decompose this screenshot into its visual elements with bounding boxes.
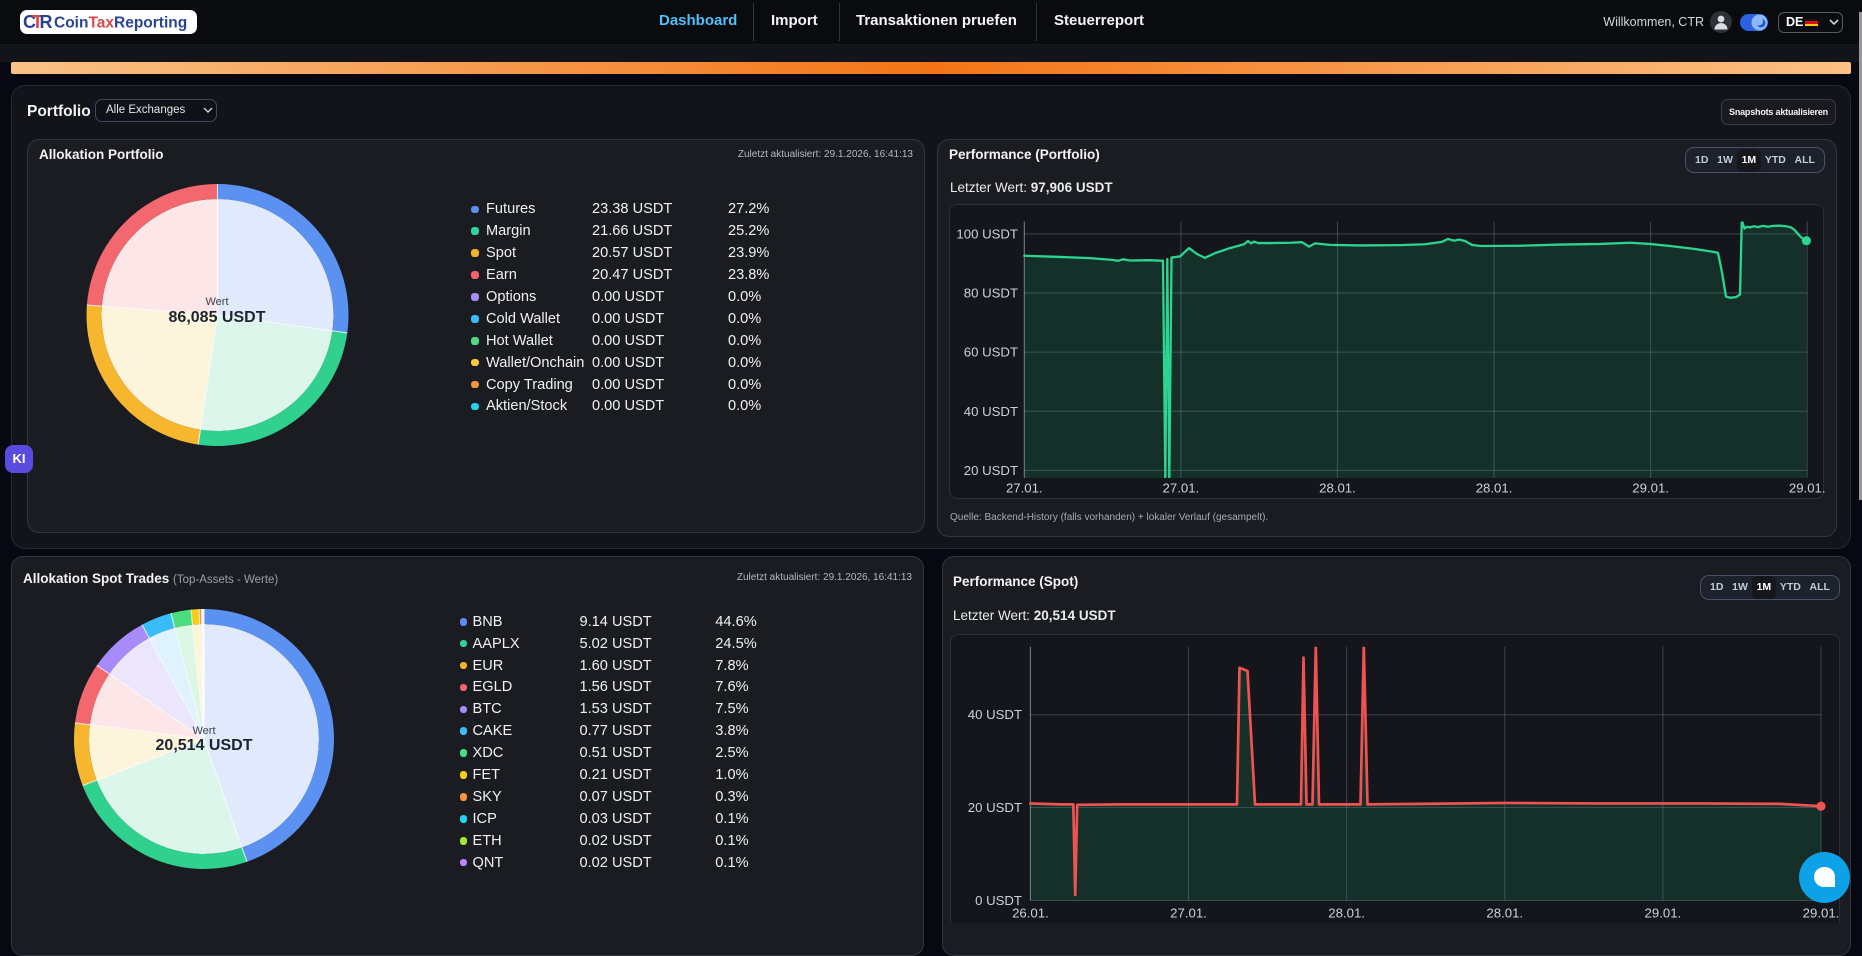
svg-text:29.01.: 29.01.: [1645, 906, 1682, 921]
svg-text:20 USDT: 20 USDT: [968, 800, 1022, 815]
svg-text:26.01.: 26.01.: [1012, 906, 1049, 921]
svg-text:27.01.: 27.01.: [1170, 906, 1207, 921]
svg-text:29.01.: 29.01.: [1803, 906, 1840, 921]
svg-text:28.01.: 28.01.: [1486, 906, 1523, 921]
svg-text:40 USDT: 40 USDT: [968, 707, 1022, 722]
svg-text:28.01.: 28.01.: [1328, 906, 1365, 921]
